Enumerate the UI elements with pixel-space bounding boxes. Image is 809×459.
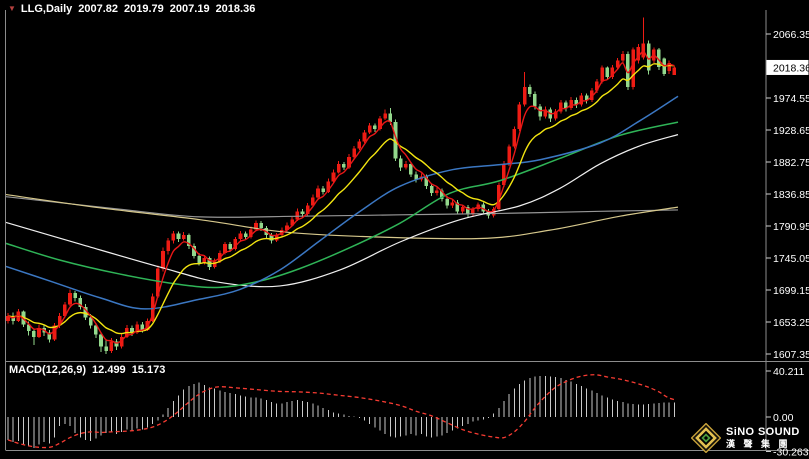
ma-green xyxy=(5,121,679,289)
price-tick-label: 1882.75 xyxy=(773,157,809,169)
candles-layer xyxy=(6,17,677,354)
ma-blue xyxy=(5,95,679,310)
macd-tick-label: 40.211 xyxy=(773,366,804,378)
chart-window: 2066.35 1974.55 1928.65 1882.75 1836.85 1790.… xyxy=(0,0,809,459)
current-price-label: 2018.36 xyxy=(773,62,809,74)
quote-high: 2019.79 xyxy=(124,3,164,15)
price-tick-label: 1790.95 xyxy=(773,221,809,233)
macd-layer xyxy=(7,374,675,449)
fast-ma-layer xyxy=(7,50,675,344)
ma-tan xyxy=(5,193,679,240)
indicator-signal-value: 15.173 xyxy=(131,364,166,376)
quote-open: 2007.82 xyxy=(78,3,119,15)
price-tick-label: 2066.35 xyxy=(773,29,809,41)
price-tick-label: 1653.25 xyxy=(773,317,809,329)
symbol-label: LLG,Daily xyxy=(20,3,73,15)
price-axis[interactable]: 2066.35 1974.55 1928.65 1882.75 1836.85 1790.… xyxy=(766,29,809,361)
indicator-name: MACD(12,26,9) xyxy=(9,364,87,376)
ma-white xyxy=(5,134,679,288)
macd-signal-line xyxy=(7,374,675,449)
logo-text-en: SiNO SOUND xyxy=(726,426,800,438)
indicator-label: MACD(12,26,9) 12.499 15.173 xyxy=(9,364,171,376)
price-tick-label: 1836.85 xyxy=(773,189,809,201)
broker-logo: SiNO SOUND 漢 聲 集 團 xyxy=(691,423,800,453)
quote-line: ▼ LLG,Daily 2007.82 2019.79 2007.19 2018.36 xyxy=(8,3,261,15)
logo-text-cn: 漢 聲 集 團 xyxy=(726,438,791,449)
chart-canvas[interactable]: 2066.35 1974.55 1928.65 1882.75 1836.85 1790.… xyxy=(0,0,809,459)
price-tick-label: 1745.05 xyxy=(773,253,809,265)
slow-ma-layer xyxy=(5,95,679,310)
price-tick-label: 1699.15 xyxy=(773,285,809,297)
diamond-logo-icon xyxy=(691,423,721,453)
indicator-main-value: 12.499 xyxy=(92,364,126,376)
ma-red xyxy=(7,50,675,344)
price-tick-label: 1928.65 xyxy=(773,125,809,137)
quote-low: 2007.19 xyxy=(169,3,210,15)
symbol-dropdown-icon[interactable]: ▼ xyxy=(8,4,16,13)
borders-layer xyxy=(5,10,809,451)
price-tick-label: 1974.55 xyxy=(773,93,809,105)
quote-close: 2018.36 xyxy=(215,3,256,15)
ma-yellow xyxy=(7,63,675,335)
price-tick-label: 1607.35 xyxy=(773,349,809,361)
ma-gray xyxy=(5,196,679,218)
